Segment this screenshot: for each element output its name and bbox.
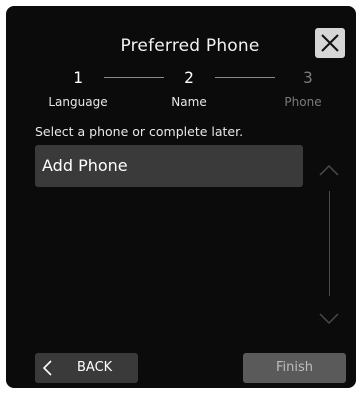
- step-3-number: 3: [303, 68, 313, 87]
- chevron-down-icon[interactable]: [318, 312, 340, 326]
- back-button[interactable]: BACK: [35, 353, 138, 383]
- close-icon: [321, 34, 339, 52]
- add-phone-button[interactable]: Add Phone: [35, 145, 303, 187]
- scrollbar-track[interactable]: [329, 191, 330, 296]
- chevron-left-icon: [42, 360, 52, 376]
- step-1-label: Language: [48, 95, 108, 109]
- back-label: BACK: [77, 360, 113, 375]
- finish-label: Finish: [275, 360, 313, 375]
- step-2-number: 2: [184, 68, 194, 87]
- step-connector: [104, 77, 164, 78]
- step-1-number: 1: [73, 68, 83, 87]
- page-title: Preferred Phone: [120, 36, 260, 56]
- preferred-phone-screen: Preferred Phone 1 2 3 Language Name Phon…: [6, 6, 356, 388]
- instruction-text: Select a phone or complete later.: [35, 124, 244, 139]
- step-connector: [215, 77, 275, 78]
- add-phone-label: Add Phone: [42, 156, 128, 175]
- step-3-label: Phone: [284, 95, 322, 109]
- chevron-up-icon[interactable]: [318, 163, 340, 177]
- step-2-label: Name: [171, 95, 207, 109]
- finish-button[interactable]: Finish: [243, 353, 346, 383]
- close-button[interactable]: [315, 28, 345, 58]
